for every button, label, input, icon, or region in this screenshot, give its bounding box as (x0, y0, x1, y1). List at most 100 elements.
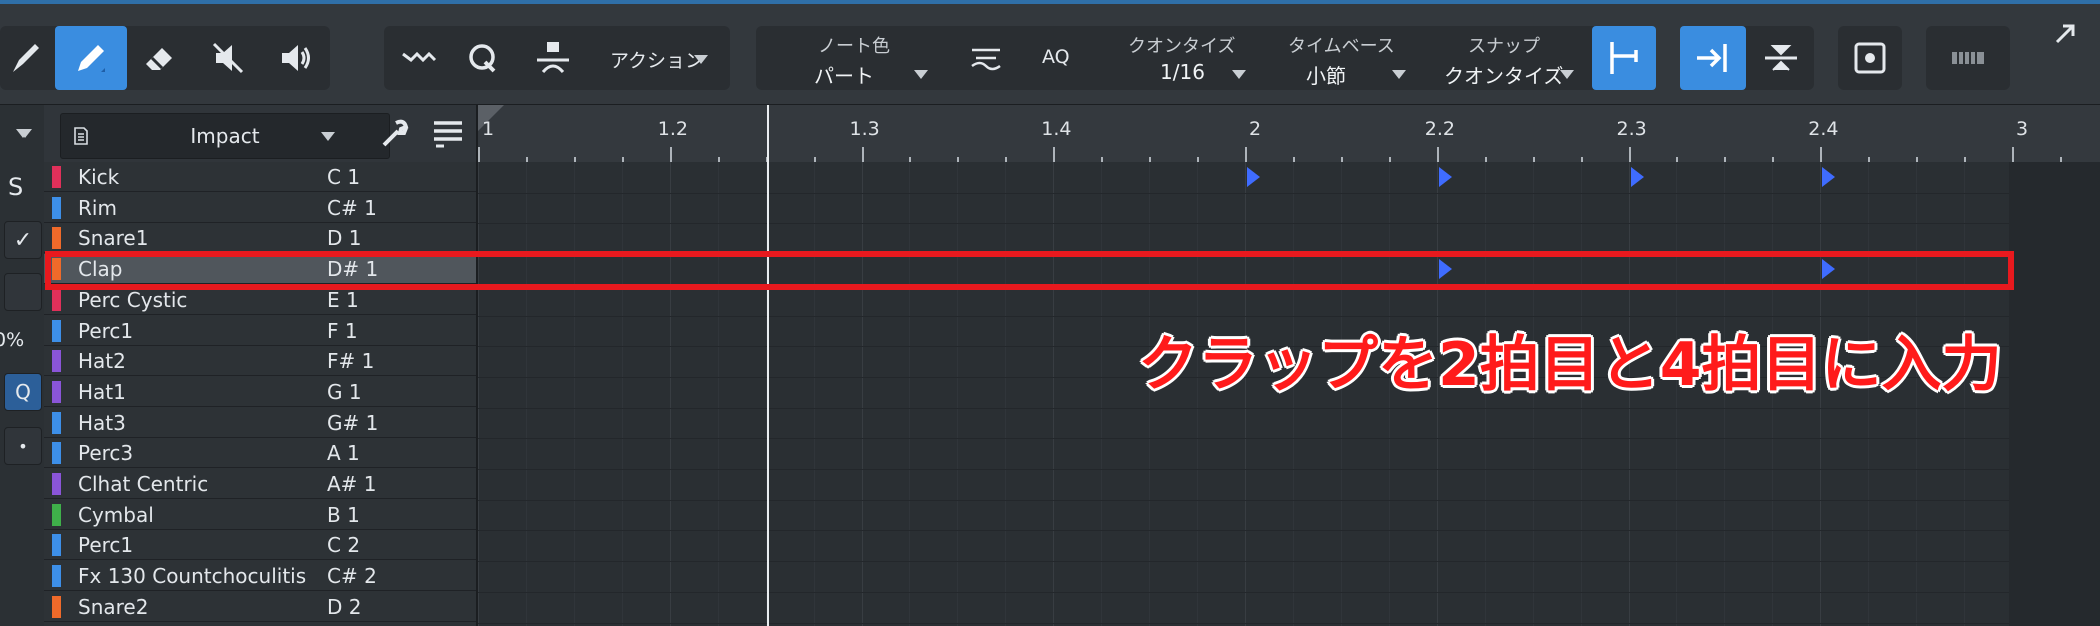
grid-column-line (717, 162, 719, 626)
arrow-tool-icon[interactable] (0, 26, 50, 90)
snap-toggle-icon[interactable] (1592, 26, 1656, 90)
list-view-icon[interactable] (426, 111, 470, 155)
grid-row-line (478, 407, 2009, 409)
drum-name: Hat1 (78, 379, 126, 404)
drum-row[interactable]: Kick C 1 (44, 162, 478, 192)
grid-column-line (957, 162, 959, 626)
drum-color-swatch (52, 166, 61, 188)
chevron-down-icon[interactable] (18, 129, 32, 138)
velocity-percent: 0% (0, 329, 25, 351)
drum-color-swatch (52, 503, 61, 526)
instrument-selector[interactable]: Impact (60, 113, 390, 159)
drum-color-swatch (52, 534, 61, 557)
drum-name: Perc Cystic (78, 287, 188, 312)
aq-button[interactable]: AQ (1042, 46, 1070, 68)
drum-pitch-list: Kick C 1 Rim C# 1 Snare1 D 1 Clap D# 1 Perc Cyst… (44, 162, 478, 626)
ruler-label: 2.2 (1424, 118, 1455, 140)
ruler-label: 1 (482, 118, 495, 140)
grid-column-line (525, 162, 527, 626)
ruler-tick (2012, 147, 2014, 162)
drum-row[interactable]: Snare1 D 1 (44, 223, 478, 254)
drum-row[interactable]: Cymbal B 1 (44, 500, 478, 530)
grid-row-line (478, 530, 2009, 532)
chevron-down-icon (694, 55, 708, 64)
drum-row[interactable]: Hat1 G 1 (44, 377, 478, 407)
timebase-value[interactable]: 小節 (1306, 60, 1346, 89)
solo-button[interactable]: S (8, 173, 23, 201)
autoscroll-icon[interactable] (1680, 26, 1746, 90)
instrument-header: Impact (18, 105, 478, 163)
timeline-ruler[interactable]: 1 1.2 1.3 1.4 2 2.2 2.3 2.4 3 (478, 105, 2100, 163)
drum-row[interactable]: Snare2 D 2 (44, 592, 478, 622)
checkmark-icon[interactable]: ✓ (4, 221, 42, 259)
drum-color-swatch (52, 227, 61, 250)
drum-row[interactable]: Clhat Centric A# 1 (44, 469, 478, 499)
action-menu[interactable]: アクション (610, 46, 704, 73)
drum-row[interactable]: Fx 130 Countchoculitis C# 2 (44, 561, 478, 592)
grid-column-line (1005, 162, 1007, 626)
quantize-q-icon[interactable] (448, 26, 518, 90)
drum-note: A 1 (327, 441, 360, 466)
grid-column-line (669, 162, 671, 626)
drum-note: A# 1 (327, 472, 377, 496)
drum-note: C 1 (327, 165, 361, 189)
drum-name: Hat2 (78, 349, 126, 374)
action-group: アクション (384, 26, 730, 90)
grid-column-line (861, 162, 863, 626)
chevron-down-icon[interactable] (1392, 70, 1406, 79)
drum-row[interactable]: Perc1 C 2 (44, 530, 478, 561)
drum-name: Kick (78, 165, 120, 189)
drum-row[interactable]: Rim C# 1 (44, 193, 478, 223)
loop-follow-icon[interactable] (1748, 26, 1814, 90)
humanize-icon[interactable] (956, 26, 1016, 90)
quantize-toggle[interactable]: Q (4, 373, 42, 411)
drum-note: F# 1 (327, 349, 375, 374)
tool-group (0, 26, 330, 90)
expand-icon[interactable] (2040, 14, 2090, 54)
chevron-down-icon[interactable] (1232, 70, 1246, 79)
instrument-name: Impact (190, 124, 260, 148)
drum-note: C# 2 (327, 564, 377, 589)
quantize-value[interactable]: 1/16 (1160, 60, 1205, 84)
grid-row-line (478, 622, 2009, 624)
drum-name: Perc1 (78, 318, 134, 343)
snap-value[interactable]: クオンタイズ (1444, 60, 1563, 89)
note-color-value[interactable]: パート (814, 60, 874, 89)
mute-icon[interactable] (192, 26, 264, 90)
dot-icon[interactable]: • (4, 427, 42, 465)
blank-toggle[interactable] (4, 273, 42, 311)
zoom-fit-icon[interactable] (1838, 26, 1902, 90)
drum-name: Snare1 (78, 226, 149, 251)
chevron-down-icon[interactable] (1560, 70, 1574, 79)
drum-color-swatch (52, 380, 61, 403)
ruler-tick (1820, 147, 1823, 162)
ruler-label: 2.4 (1808, 118, 1839, 140)
ruler-label: 2 (1249, 118, 1262, 140)
drum-note-event[interactable] (1630, 167, 1644, 187)
wrench-icon[interactable] (372, 111, 416, 155)
drum-color-swatch (52, 288, 61, 311)
automation-icon[interactable] (384, 26, 454, 90)
drum-note-event[interactable] (1247, 167, 1260, 187)
drum-note-event[interactable] (1438, 167, 1452, 187)
drum-row[interactable]: Hat2 F# 1 (44, 346, 478, 377)
grid-row-line (478, 499, 2009, 501)
drum-note-event[interactable] (1822, 167, 1836, 187)
drum-color-swatch (52, 319, 61, 342)
editor-toolbar: アクション ノート色 パート AQ クオンタイズ 1/16 タイムベース 小節 … (0, 4, 2100, 105)
pencil-icon[interactable] (55, 26, 127, 90)
drum-name: Cymbal (78, 502, 154, 527)
split-tool-icon[interactable] (518, 26, 588, 90)
drum-row[interactable]: Hat3 G# 1 (44, 408, 478, 438)
drum-note: D 2 (327, 594, 362, 619)
drum-name: Snare2 (78, 594, 149, 619)
speaker-icon[interactable] (260, 26, 332, 90)
keyboard-view-icon[interactable] (1932, 26, 2004, 90)
timebase-label: タイムベース (1288, 36, 1395, 57)
drum-row[interactable]: Perc3 A 1 (44, 438, 478, 469)
drum-row[interactable]: Perc1 F 1 (44, 316, 478, 346)
grid-column-line (1053, 162, 1055, 626)
chevron-down-icon[interactable] (914, 70, 928, 79)
eraser-icon[interactable] (124, 26, 196, 90)
drum-note: C 2 (327, 533, 361, 558)
